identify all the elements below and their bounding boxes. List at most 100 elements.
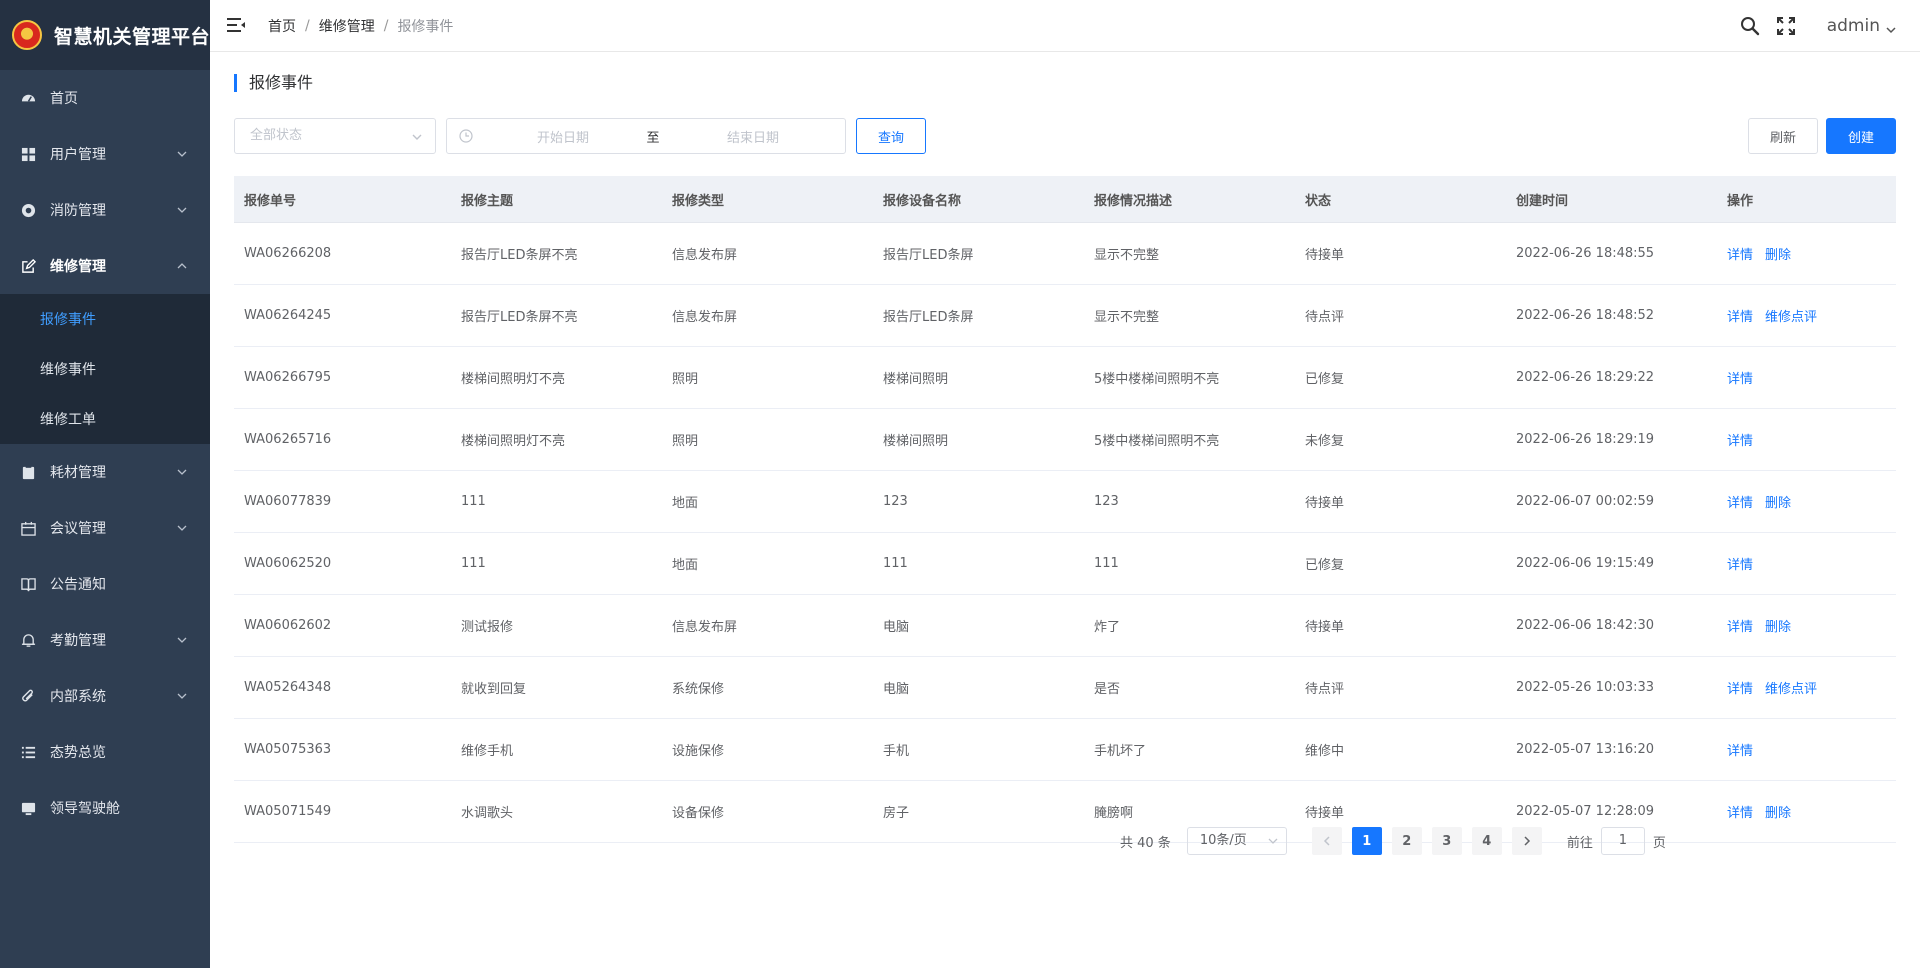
action-link[interactable]: 删除 <box>1765 806 1791 821</box>
column-header: 状态 <box>1305 193 1332 209</box>
page-number-button[interactable]: 4 <box>1471 827 1502 855</box>
sidebar-item-label: 态势总览 <box>50 745 106 761</box>
page-size-select[interactable]: 10条/页 <box>1186 827 1287 855</box>
chevron-down-icon <box>177 525 187 531</box>
cell-status: 待接单 <box>1305 620 1345 635</box>
cell-actions: 详情 <box>1717 368 1896 387</box>
action-link[interactable]: 详情 <box>1727 620 1753 635</box>
sidebar-subitem-2[interactable]: 维修工单 <box>0 394 210 444</box>
status-select[interactable]: 全部状态 <box>234 118 436 154</box>
chevron-up-icon <box>177 263 187 269</box>
action-link[interactable]: 删除 <box>1765 620 1791 635</box>
sidebar-subitem-1[interactable]: 维修事件 <box>0 344 210 394</box>
table-row: WA06062602 测试报修 信息发布屏 电脑 炸了 待接单 2022-06-06 18:… <box>234 595 1896 657</box>
action-link[interactable]: 详情 <box>1727 558 1753 573</box>
cell-subject: 111 <box>461 494 486 509</box>
cell-desc: 显示不完整 <box>1094 248 1160 263</box>
chevron-down-icon <box>1268 838 1278 844</box>
sidebar-subitem-0[interactable]: 报修事件 <box>0 294 210 344</box>
sidebar-item-1[interactable]: 用户管理 <box>0 126 210 182</box>
sidebar-item-7[interactable]: 考勤管理 <box>0 612 210 668</box>
action-link[interactable]: 详情 <box>1727 744 1753 759</box>
action-link[interactable]: 维修点评 <box>1765 310 1817 325</box>
chevron-right-icon <box>1524 836 1530 846</box>
breadcrumb-home[interactable]: 首页 <box>268 16 296 36</box>
cell-actions: 详情 维修点评 <box>1717 306 1896 325</box>
cell-device: 电脑 <box>883 682 910 697</box>
clock-icon <box>459 129 473 143</box>
action-link[interactable]: 详情 <box>1727 372 1753 387</box>
menu-toggle-icon[interactable] <box>227 17 245 33</box>
page-number-button[interactable]: 3 <box>1431 827 1462 855</box>
search-icon[interactable] <box>1739 15 1761 37</box>
goto-page-input[interactable]: 1 <box>1600 827 1645 855</box>
calendar-icon <box>20 520 36 536</box>
range-separator: 至 <box>646 130 660 146</box>
action-link[interactable]: 详情 <box>1727 806 1753 821</box>
cell-time: 2022-06-26 18:48:52 <box>1516 308 1655 323</box>
sidebar-item-9[interactable]: 态势总览 <box>0 724 210 780</box>
action-link[interactable]: 删除 <box>1765 496 1791 511</box>
create-button[interactable]: 创建 <box>1826 118 1896 154</box>
cell-id: WA06062520 <box>244 556 332 571</box>
action-link[interactable]: 维修点评 <box>1765 682 1817 697</box>
user-name[interactable]: admin <box>1827 16 1880 36</box>
date-range-picker[interactable]: 开始日期 至 结束日期 <box>446 118 846 154</box>
cell-status: 已修复 <box>1305 372 1345 387</box>
action-link[interactable]: 详情 <box>1727 310 1753 325</box>
cell-device: 楼梯间照明 <box>883 434 949 449</box>
cell-actions: 详情 删除 <box>1717 244 1896 263</box>
page-number-button[interactable]: 2 <box>1391 827 1422 855</box>
cell-type: 信息发布屏 <box>672 310 738 325</box>
fullscreen-icon[interactable] <box>1775 15 1797 37</box>
total-count: 共 40 条 <box>1120 835 1171 851</box>
cell-subject: 楼梯间照明灯不亮 <box>461 434 566 449</box>
cell-device: 报告厅LED条屏 <box>883 248 974 263</box>
cell-desc: 炸了 <box>1094 620 1121 635</box>
sidebar-item-3[interactable]: 维修管理 <box>0 238 210 294</box>
cell-desc: 5楼中楼梯间照明不亮 <box>1094 372 1220 387</box>
refresh-button[interactable]: 刷新 <box>1748 118 1818 154</box>
cell-actions: 详情 维修点评 <box>1717 678 1896 697</box>
cell-status: 待接单 <box>1305 248 1345 263</box>
sidebar-item-6[interactable]: 公告通知 <box>0 556 210 612</box>
filter-toolbar: 全部状态 开始日期 至 结束日期 查询 刷新 创建 <box>234 118 1896 154</box>
sidebar-item-8[interactable]: 内部系统 <box>0 668 210 724</box>
prev-page-button[interactable] <box>1311 827 1342 855</box>
cell-subject: 测试报修 <box>461 620 514 635</box>
cell-actions: 详情 删除 <box>1717 802 1896 821</box>
top-header: 首页 / 维修管理 / 报修事件 admin <box>210 0 1920 52</box>
cell-status: 已修复 <box>1305 558 1345 573</box>
start-date-input[interactable]: 开始日期 <box>493 127 633 146</box>
end-date-input[interactable]: 结束日期 <box>673 127 833 146</box>
query-button[interactable]: 查询 <box>856 118 926 154</box>
page-number-button[interactable]: 1 <box>1351 827 1382 855</box>
action-link[interactable]: 详情 <box>1727 496 1753 511</box>
cell-type: 设施保修 <box>672 744 725 759</box>
cell-type: 地面 <box>672 558 699 573</box>
sidebar-item-2[interactable]: 消防管理 <box>0 182 210 238</box>
action-link[interactable]: 详情 <box>1727 434 1753 449</box>
sidebar-item-label: 首页 <box>50 91 78 107</box>
action-link[interactable]: 详情 <box>1727 682 1753 697</box>
breadcrumb-maintenance[interactable]: 维修管理 <box>319 16 375 36</box>
table-row: WA06266208 报告厅LED条屏不亮 信息发布屏 报告厅LED条屏 显示不完整 待接… <box>234 223 1896 285</box>
next-page-button[interactable] <box>1511 827 1542 855</box>
grid-icon <box>20 146 36 162</box>
page-numbers: 1234 <box>1347 827 1507 855</box>
sidebar-item-label: 消防管理 <box>50 203 106 219</box>
cell-subject: 报告厅LED条屏不亮 <box>461 310 578 325</box>
cell-time: 2022-06-26 18:48:55 <box>1516 246 1655 261</box>
cell-actions: 详情 <box>1717 740 1896 759</box>
cell-time: 2022-06-06 18:42:30 <box>1516 618 1655 633</box>
sidebar-item-label: 公告通知 <box>50 577 106 593</box>
sidebar-item-0[interactable]: 首页 <box>0 70 210 126</box>
cell-id: WA05071549 <box>244 804 332 819</box>
sidebar-item-4[interactable]: 耗材管理 <box>0 444 210 500</box>
sidebar-item-10[interactable]: 领导驾驶舱 <box>0 780 210 836</box>
sidebar-item-5[interactable]: 会议管理 <box>0 500 210 556</box>
cell-time: 2022-05-07 13:16:20 <box>1516 742 1655 757</box>
action-link[interactable]: 详情 <box>1727 248 1753 263</box>
action-link[interactable]: 删除 <box>1765 248 1791 263</box>
caret-down-icon[interactable] <box>1886 25 1896 35</box>
